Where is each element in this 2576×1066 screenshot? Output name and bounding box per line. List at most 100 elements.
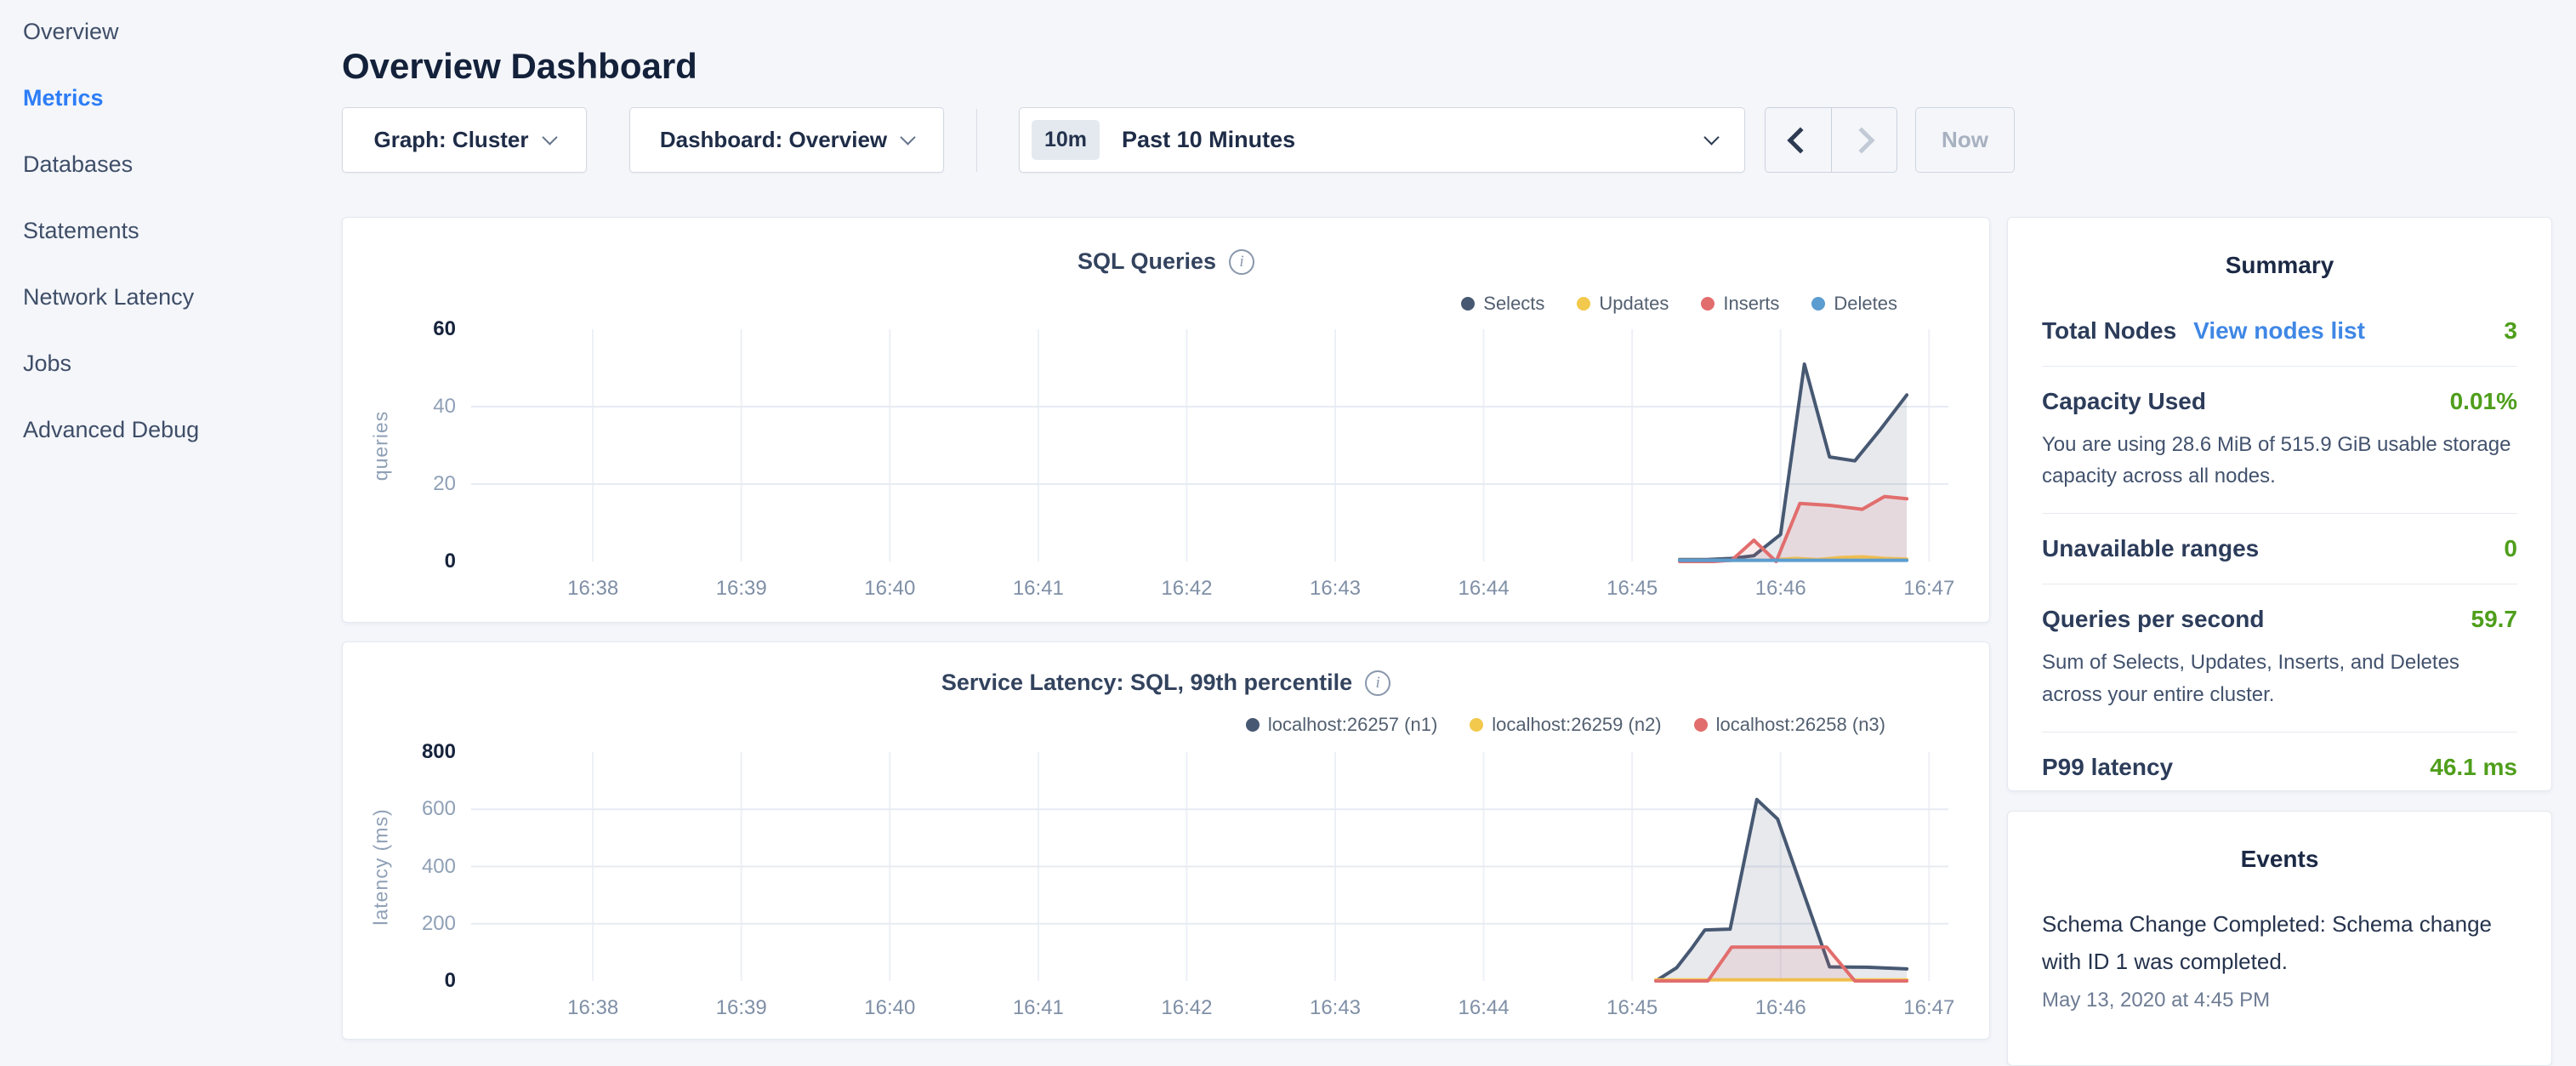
summary-row-value: 59.7 [2471, 606, 2518, 633]
legend-label: Selects [1483, 293, 1544, 315]
sidebar-item-databases[interactable]: Databases [23, 151, 312, 178]
legend-dot [1577, 297, 1590, 311]
chart-legend: Selects Updates Inserts Deletes [1461, 293, 1897, 315]
y-tick-label: 800 [362, 740, 456, 764]
y-tick-label: 0 [362, 969, 456, 993]
chart-plot[interactable] [471, 752, 1948, 981]
chevron-down-icon [542, 129, 557, 145]
sidebar-item-jobs[interactable]: Jobs [23, 351, 312, 377]
event-item-timestamp: May 13, 2020 at 4:45 PM [2042, 989, 2517, 1012]
legend-label: localhost:26258 (n3) [1716, 714, 1885, 736]
chart-title: SQL Queries i [343, 248, 1989, 275]
sidebar-item-metrics[interactable]: Metrics [23, 85, 312, 111]
legend-item[interactable]: localhost:26258 (n3) [1694, 714, 1885, 736]
summary-row-total-nodes: Total Nodes View nodes list 3 [2042, 296, 2517, 367]
time-window-arrows [1765, 107, 1897, 173]
time-range-label: Past 10 Minutes [1122, 127, 1295, 153]
sidebar-item-advanced-debug[interactable]: Advanced Debug [23, 417, 312, 443]
x-tick-label: 16:38 [542, 577, 644, 601]
x-tick-label: 16:44 [1433, 577, 1535, 601]
legend-dot [1701, 297, 1714, 311]
graph-dropdown[interactable]: Graph: Cluster [342, 107, 587, 173]
summary-row-label: Queries per second [2042, 606, 2264, 633]
x-tick-label: 16:40 [839, 577, 941, 601]
legend-item[interactable]: Inserts [1701, 293, 1779, 315]
x-tick-label: 16:40 [839, 996, 941, 1020]
x-tick-label: 16:41 [987, 577, 1089, 601]
legend-dot [1694, 718, 1708, 732]
y-axis-label: queries [370, 410, 393, 480]
legend-label: Updates [1599, 293, 1669, 315]
summary-row-subtext: Sum of Selects, Updates, Inserts, and De… [2042, 647, 2517, 710]
now-button[interactable]: Now [1915, 107, 2015, 173]
sidebar-item-statements[interactable]: Statements [23, 218, 312, 244]
sidebar-item-overview[interactable]: Overview [23, 19, 312, 45]
legend-item[interactable]: localhost:26259 (n2) [1470, 714, 1661, 736]
summary-row-value: 3 [2504, 317, 2517, 345]
chart-title-text: SQL Queries [1078, 248, 1216, 275]
legend-item[interactable]: Deletes [1811, 293, 1897, 315]
summary-row-label: Unavailable ranges [2042, 535, 2259, 562]
legend-label: localhost:26257 (n1) [1268, 714, 1437, 736]
legend-label: Deletes [1834, 293, 1897, 315]
summary-row-p99-latency: P99 latency 46.1 ms [2042, 733, 2517, 802]
summary-panel: Summary Total Nodes View nodes list 3 Ca… [2007, 217, 2552, 791]
chevron-left-icon [1788, 127, 1814, 153]
y-tick-label: 0 [362, 550, 456, 573]
sidebar: Overview Metrics Databases Statements Ne… [23, 19, 312, 483]
time-next-button[interactable] [1832, 108, 1897, 172]
now-button-label: Now [1942, 127, 1988, 153]
service-latency-chart-card: Service Latency: SQL, 99th percentile i … [342, 641, 1990, 1040]
summary-row-value: 0 [2504, 535, 2517, 562]
summary-row-label: Capacity Used [2042, 388, 2206, 415]
x-tick-label: 16:38 [542, 996, 644, 1020]
summary-row-label: P99 latency [2042, 754, 2173, 781]
x-tick-label: 16:45 [1581, 996, 1683, 1020]
legend-item[interactable]: localhost:26257 (n1) [1246, 714, 1437, 736]
chevron-down-icon [900, 129, 915, 145]
legend-dot [1470, 718, 1483, 732]
event-item-text[interactable]: Schema Change Completed: Schema change w… [2042, 905, 2517, 980]
legend-item[interactable]: Updates [1577, 293, 1669, 315]
x-tick-label: 16:47 [1878, 577, 1980, 601]
summary-row-queries-per-second: Queries per second 59.7 Sum of Selects, … [2042, 584, 2517, 732]
y-tick-label: 60 [362, 317, 456, 341]
sql-queries-chart-card: SQL Queries i 020406016:3816:3916:4016:4… [342, 217, 1990, 623]
legend-label: localhost:26259 (n2) [1492, 714, 1661, 736]
chart-plot[interactable] [471, 329, 1948, 562]
summary-title: Summary [2042, 252, 2517, 279]
chart-title: Service Latency: SQL, 99th percentile i [343, 670, 1989, 696]
x-tick-label: 16:41 [987, 996, 1089, 1020]
chart-title-text: Service Latency: SQL, 99th percentile [941, 670, 1352, 696]
dashboard-dropdown[interactable]: Dashboard: Overview [629, 107, 944, 173]
sidebar-item-network-latency[interactable]: Network Latency [23, 284, 312, 311]
info-icon[interactable]: i [1229, 249, 1254, 275]
x-tick-label: 16:39 [691, 577, 793, 601]
chevron-right-icon [1848, 127, 1874, 153]
x-tick-label: 16:44 [1433, 996, 1535, 1020]
y-axis-label: latency (ms) [370, 808, 393, 925]
x-tick-label: 16:46 [1730, 577, 1832, 601]
page-title: Overview Dashboard [342, 46, 697, 87]
x-tick-label: 16:47 [1878, 996, 1980, 1020]
toolbar-divider [976, 109, 977, 172]
info-icon[interactable]: i [1365, 670, 1390, 696]
events-title: Events [2042, 846, 2517, 873]
chevron-down-icon [1703, 129, 1719, 145]
graph-dropdown-label: Graph: Cluster [373, 127, 528, 153]
time-range-dropdown[interactable]: 10m Past 10 Minutes [1019, 107, 1745, 173]
view-nodes-list-link[interactable]: View nodes list [2193, 317, 2365, 345]
time-range-badge: 10m [1032, 120, 1100, 160]
legend-dot [1246, 718, 1260, 732]
legend-dot [1461, 297, 1475, 311]
legend-dot [1811, 297, 1825, 311]
x-tick-label: 16:45 [1581, 577, 1683, 601]
legend-item[interactable]: Selects [1461, 293, 1544, 315]
time-prev-button[interactable] [1766, 108, 1832, 172]
dashboard-dropdown-label: Dashboard: Overview [660, 127, 887, 153]
summary-row-value: 0.01% [2450, 388, 2517, 415]
events-panel: Events Schema Change Completed: Schema c… [2007, 811, 2552, 1066]
summary-row-value: 46.1 ms [2430, 754, 2517, 781]
summary-row-label: Total Nodes [2042, 317, 2176, 345]
legend-label: Inserts [1723, 293, 1779, 315]
